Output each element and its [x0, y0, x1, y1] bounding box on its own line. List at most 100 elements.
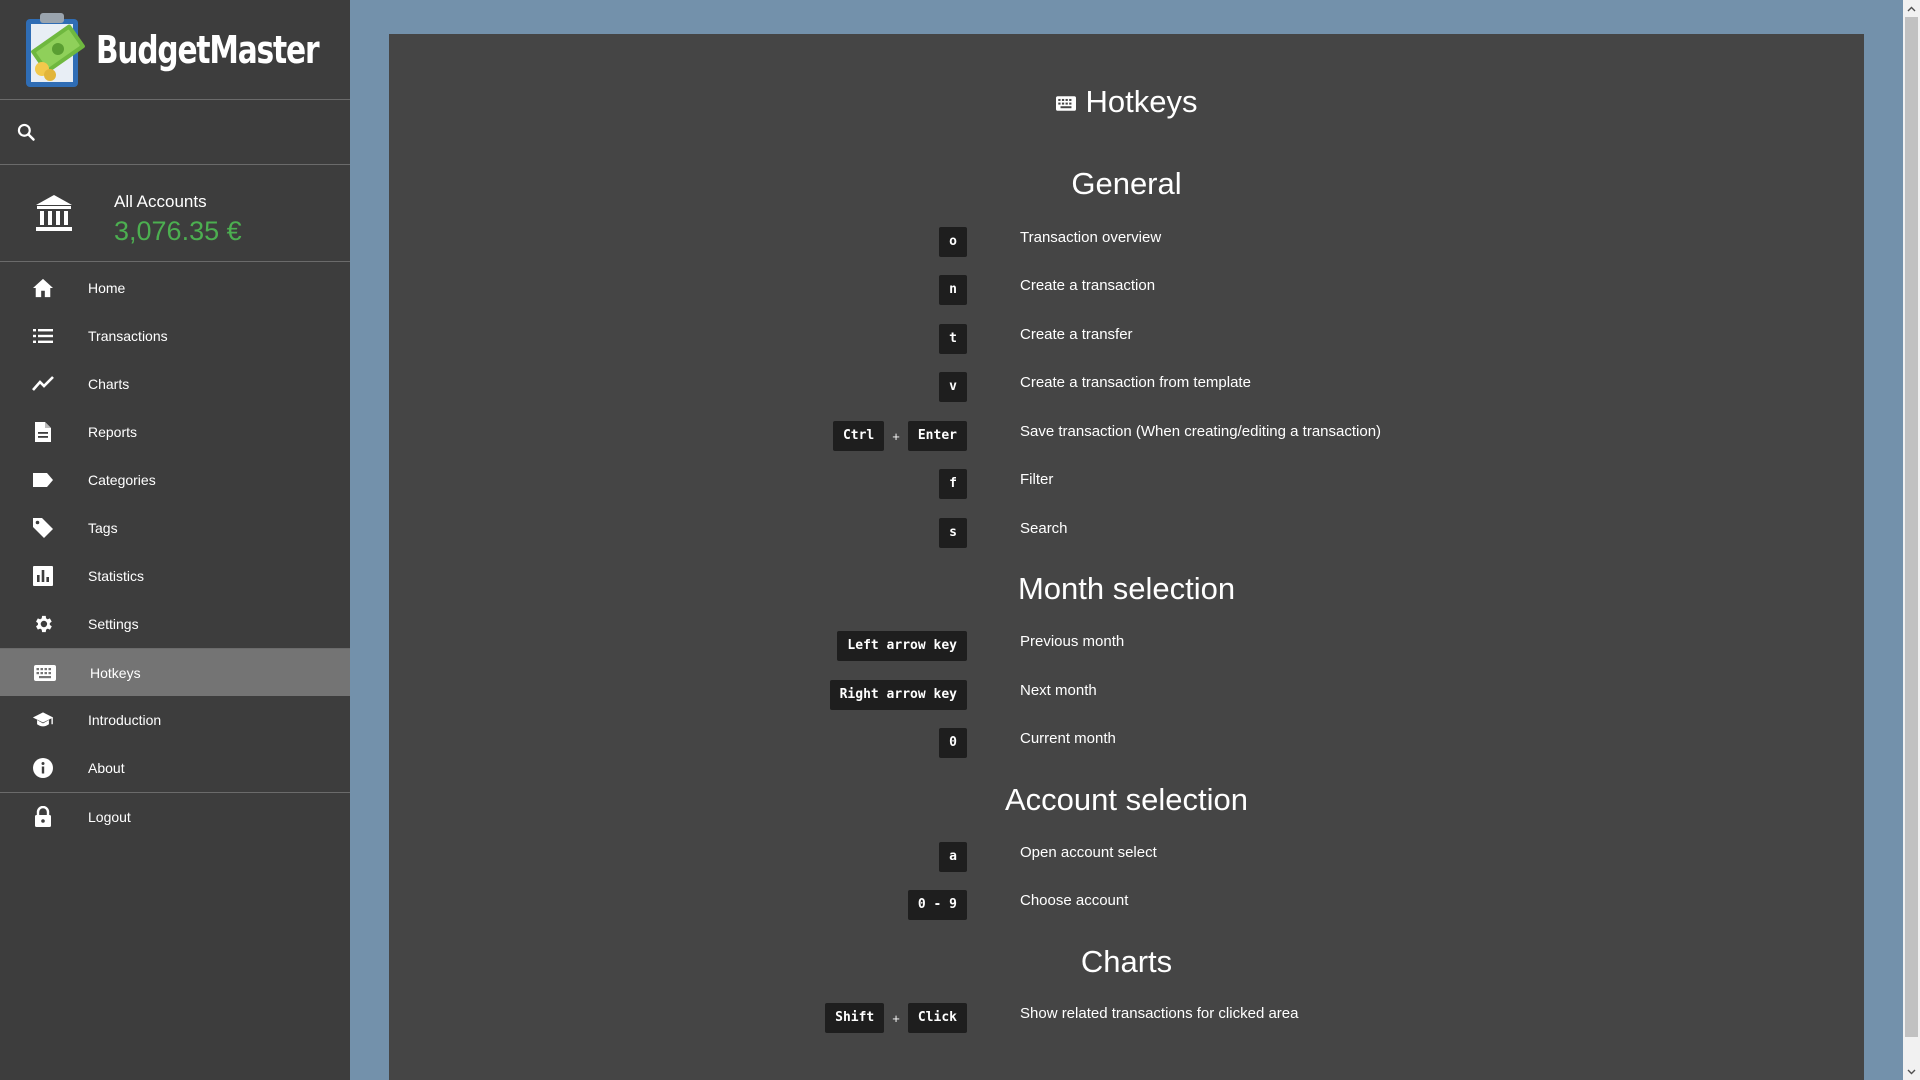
key-badge: Click	[907, 1003, 967, 1033]
sidebar-item-logout[interactable]: Logout	[0, 793, 350, 841]
scroll-down-icon[interactable]	[1903, 1063, 1920, 1080]
list-icon	[32, 326, 54, 346]
hotkey-row: 0 Current month	[389, 728, 1864, 758]
key-badge: t	[939, 324, 967, 354]
gear-icon	[32, 614, 54, 634]
hotkey-row: Right arrow key Next month	[389, 680, 1864, 710]
document-icon	[32, 422, 54, 442]
sidebar-item-home[interactable]: Home	[0, 264, 350, 312]
hotkey-row: Shift + Click Show related transactions …	[389, 1003, 1864, 1033]
budgetmaster-logo-icon	[20, 9, 90, 91]
home-icon	[32, 278, 54, 298]
sidebar-item-label: Tags	[88, 520, 118, 536]
hotkey-row: 0 - 9 Choose account	[389, 890, 1864, 920]
sidebar-item-label: Reports	[88, 424, 138, 440]
hotkey-description: Create a transfer	[1020, 326, 1133, 343]
keyboard-icon	[34, 663, 56, 683]
hotkey-row: s Search	[389, 518, 1864, 548]
tag-icon	[32, 518, 54, 538]
info-icon	[32, 758, 54, 778]
section-title-month-selection: Month selection	[1017, 571, 1236, 606]
key-plus-separator: +	[892, 428, 900, 444]
sidebar-item-label: Hotkeys	[90, 664, 141, 681]
app-name: BudgetMaster	[96, 27, 320, 72]
hotkey-description: Create a transaction from template	[1020, 374, 1251, 391]
sidebar-item-label: Charts	[88, 376, 130, 392]
section-title-account-selection: Account selection	[1005, 782, 1248, 817]
section-title-charts: Charts	[1080, 944, 1173, 979]
hotkey-description: Filter	[1020, 471, 1054, 488]
key-badge: o	[939, 227, 967, 257]
lock-icon	[32, 806, 54, 827]
line-chart-icon	[32, 374, 54, 394]
sidebar-item-about[interactable]: About	[0, 744, 350, 792]
hotkey-row: f Filter	[389, 469, 1864, 499]
sidebar-item-label: Home	[88, 280, 126, 296]
sidebar-item-label: About	[88, 760, 125, 776]
sidebar-item-label: Settings	[88, 616, 139, 632]
bank-icon	[36, 195, 72, 231]
sidebar-item-tags[interactable]: Tags	[0, 504, 350, 552]
key-badge: Left arrow key	[837, 631, 967, 661]
search-icon[interactable]	[16, 122, 36, 142]
hotkey-description: Current month	[1020, 730, 1116, 747]
label-icon	[32, 470, 54, 490]
key-badge: Ctrl	[832, 421, 885, 451]
key-badge: v	[939, 372, 967, 402]
key-plus-separator: +	[892, 1010, 900, 1026]
hotkey-description: Show related transactions for clicked ar…	[1020, 1005, 1299, 1022]
sidebar-item-label: Statistics	[88, 568, 145, 584]
account-name: All Accounts	[114, 192, 207, 211]
sidebar-item-introduction[interactable]: Introduction	[0, 696, 350, 744]
page-title-text: Hotkeys	[1085, 84, 1198, 119]
hotkey-description: Transaction overview	[1020, 229, 1162, 246]
key-badge: Shift	[825, 1003, 885, 1033]
sidebar-item-transactions[interactable]: Transactions	[0, 312, 350, 360]
scrollbar-thumb[interactable]	[1905, 17, 1918, 1037]
hotkey-row: a Open account select	[389, 842, 1864, 872]
sidebar-item-charts[interactable]: Charts	[0, 360, 350, 408]
sidebar-item-label: Transactions	[88, 328, 168, 344]
sidebar-item-reports[interactable]: Reports	[0, 408, 350, 456]
hotkey-row: n Create a transaction	[389, 275, 1864, 305]
sidebar-item-label: Categories	[88, 472, 156, 488]
sidebar-item-statistics[interactable]: Statistics	[0, 552, 350, 600]
sidebar-item-label: Logout	[88, 809, 131, 825]
key-badge: s	[939, 518, 967, 548]
page-title: Hotkeys	[389, 84, 1864, 120]
bar-chart-icon	[32, 566, 54, 586]
sidebar-item-settings[interactable]: Settings	[0, 600, 350, 648]
key-badge: Right arrow key	[829, 680, 967, 710]
sidebar-item-label: Introduction	[88, 712, 162, 728]
hotkey-description: Previous month	[1020, 633, 1125, 650]
graduation-cap-icon	[32, 710, 54, 730]
hotkey-description: Create a transaction	[1020, 277, 1156, 294]
account-selector[interactable]: All Accounts 3,076.35 €	[0, 165, 350, 262]
hotkey-description: Choose account	[1020, 892, 1129, 909]
hotkey-row: v Create a transaction from template	[389, 372, 1864, 402]
vertical-scrollbar[interactable]	[1903, 0, 1920, 1080]
logo[interactable]: BudgetMaster	[0, 0, 350, 100]
sidebar-item-categories[interactable]: Categories	[0, 456, 350, 504]
account-balance: 3,076.35 €	[114, 216, 242, 246]
section-title-general: General	[1071, 166, 1182, 201]
sidebar-item-hotkeys[interactable]: Hotkeys	[0, 648, 350, 696]
search-bar[interactable]	[0, 100, 350, 165]
key-badge: f	[939, 469, 967, 499]
keyboard-icon	[1055, 83, 1076, 119]
key-badge: 0 - 9	[907, 890, 967, 920]
key-badge: a	[939, 842, 967, 872]
hotkey-description: Next month	[1020, 682, 1097, 699]
hotkey-row: Left arrow key Previous month	[389, 631, 1864, 661]
hotkey-row: Ctrl + Enter Save transaction (When crea…	[389, 421, 1864, 451]
hotkey-description: Open account select	[1020, 844, 1157, 861]
key-badge: Enter	[907, 421, 967, 451]
hotkeys-card: Hotkeys General o Transaction overview n…	[389, 34, 1864, 1080]
hotkey-description: Search	[1020, 520, 1068, 537]
hotkey-row: t Create a transfer	[389, 324, 1864, 354]
key-badge: 0	[939, 728, 967, 758]
key-badge: n	[939, 275, 967, 305]
sidebar: BudgetMaster All Accounts 3,076.35 € Hom…	[0, 0, 350, 1080]
hotkey-description: Save transaction (When creating/editing …	[1020, 423, 1382, 440]
scroll-up-icon[interactable]	[1903, 0, 1920, 17]
